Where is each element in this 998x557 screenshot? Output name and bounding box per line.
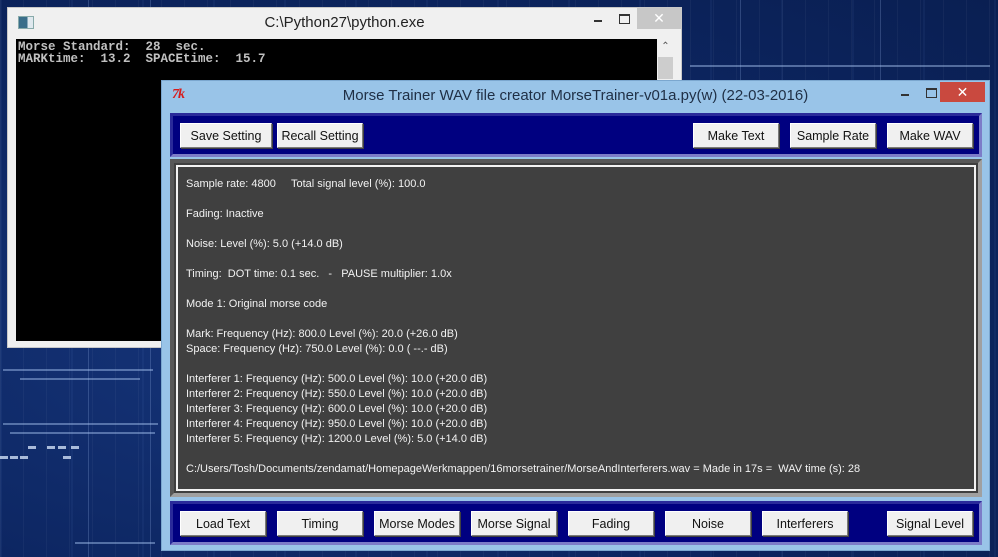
- mark-line: Mark: Frequency (Hz): 800.0 Level (%): 2…: [186, 328, 458, 340]
- spectrogram-streak: [0, 456, 8, 459]
- spectrogram-streak: [10, 432, 155, 434]
- timing-button[interactable]: Timing: [277, 511, 363, 536]
- interferer-line: Interferer 4: Frequency (Hz): 950.0 Leve…: [186, 418, 488, 430]
- console-minimize-button[interactable]: [585, 8, 611, 29]
- timing-line: Timing: DOT time: 0.1 sec. - PAUSE multi…: [186, 268, 452, 280]
- main-close-button[interactable]: ✕: [940, 82, 985, 102]
- spectrogram-streak: [75, 542, 155, 544]
- morse-modes-button[interactable]: Morse Modes: [374, 511, 460, 536]
- close-icon: ✕: [956, 83, 969, 100]
- recall-setting-button[interactable]: Recall Setting: [277, 123, 363, 148]
- console-titlebar[interactable]: C:\Python27\python.exe ✕: [8, 8, 681, 39]
- noise-line: Noise: Level (%): 5.0 (+14.0 dB): [186, 238, 343, 250]
- minimize-icon: [901, 94, 909, 96]
- interferer-line: Interferer 1: Frequency (Hz): 500.0 Leve…: [186, 373, 488, 385]
- output-frame: Sample rate: 4800 Total signal level (%)…: [170, 159, 982, 497]
- spectrogram-streak: [28, 446, 36, 449]
- morse-trainer-window: 7k Morse Trainer WAV file creator MorseT…: [161, 80, 990, 551]
- signal-level-button[interactable]: Signal Level: [887, 511, 973, 536]
- console-maximize-button[interactable]: [611, 8, 637, 29]
- spectrogram-streak: [20, 378, 140, 380]
- scroll-up-icon[interactable]: ⌃: [657, 41, 674, 55]
- space-line: Space: Frequency (Hz): 750.0 Level (%): …: [186, 343, 448, 355]
- make-wav-button[interactable]: Make WAV: [887, 123, 973, 148]
- sample-rate-button[interactable]: Sample Rate: [790, 123, 876, 148]
- spectrogram-streak: [10, 456, 18, 459]
- top-toolbar: Save Setting Recall Setting Make Text Sa…: [170, 113, 982, 157]
- output-text-area[interactable]: Sample rate: 4800 Total signal level (%)…: [176, 165, 976, 491]
- fading-line: Fading: Inactive: [186, 208, 264, 220]
- bottom-toolbar: Load Text Timing Morse Modes Morse Signa…: [170, 501, 982, 545]
- interferer-line: Interferer 3: Frequency (Hz): 600.0 Leve…: [186, 403, 488, 415]
- interferer-line: Interferer 5: Frequency (Hz): 1200.0 Lev…: [186, 433, 488, 445]
- maximize-icon: [925, 87, 937, 98]
- fading-button[interactable]: Fading: [568, 511, 654, 536]
- spectrogram-streak: [47, 446, 55, 449]
- interferer-line: Interferer 2: Frequency (Hz): 550.0 Leve…: [186, 388, 488, 400]
- console-title: C:\Python27\python.exe: [264, 14, 425, 31]
- spectrogram-line: [880, 0, 881, 80]
- spectrogram-streak: [58, 446, 66, 449]
- noise-button[interactable]: Noise: [665, 511, 751, 536]
- mode-line: Mode 1: Original morse code: [186, 298, 328, 310]
- spectrogram-streak: [20, 456, 28, 459]
- scrollbar-thumb[interactable]: [658, 57, 673, 79]
- spectrogram-streak: [3, 369, 153, 371]
- main-window-title: Morse Trainer WAV file creator MorseTrai…: [342, 87, 809, 104]
- spectrogram-streak: [71, 446, 79, 449]
- close-icon: ✕: [653, 10, 665, 26]
- sample-rate-line: Sample rate: 4800 Total signal level (%)…: [186, 178, 426, 190]
- spectrogram-streak: [3, 423, 158, 425]
- interferers-button[interactable]: Interferers: [762, 511, 848, 536]
- console-line: MARKtime: 13.2 SPACEtime: 15.7: [18, 52, 266, 66]
- spectrogram-streak: [63, 456, 71, 459]
- maximize-icon: [618, 13, 630, 24]
- save-setting-button[interactable]: Save Setting: [180, 123, 272, 148]
- console-close-button[interactable]: ✕: [637, 8, 681, 29]
- main-titlebar[interactable]: 7k Morse Trainer WAV file creator MorseT…: [162, 81, 989, 110]
- main-minimize-button[interactable]: [892, 82, 918, 103]
- spectrogram-line: [740, 0, 741, 80]
- make-text-button[interactable]: Make Text: [693, 123, 779, 148]
- spectrogram-streak: [690, 65, 990, 67]
- load-text-button[interactable]: Load Text: [180, 511, 266, 536]
- morse-signal-button[interactable]: Morse Signal: [471, 511, 557, 536]
- result-line: C:/Users/Tosh/Documents/zendamat/Homepag…: [186, 463, 861, 475]
- minimize-icon: [594, 20, 602, 22]
